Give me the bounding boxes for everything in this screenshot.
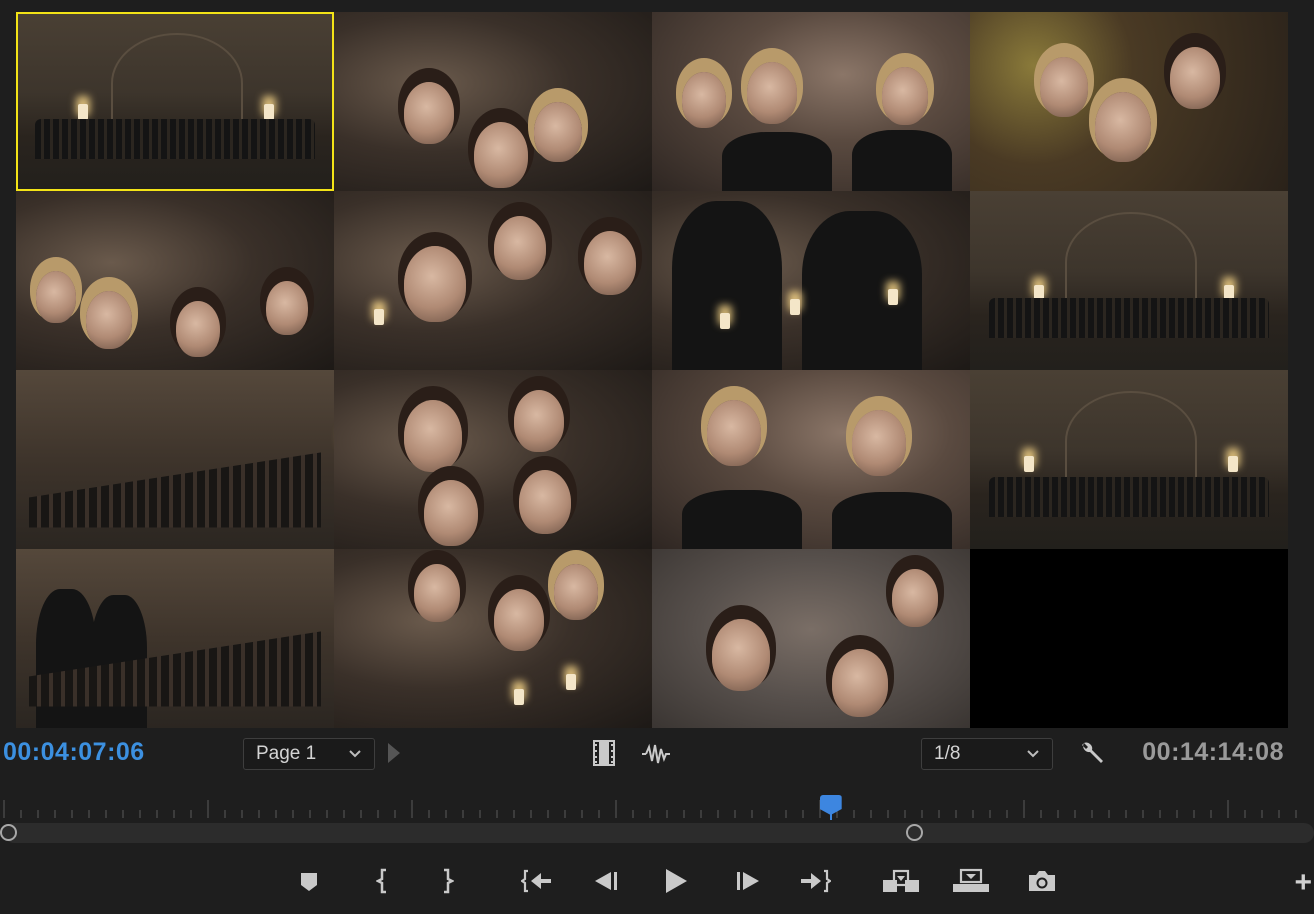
wrench-icon[interactable] [1077,738,1107,768]
overwrite-icon[interactable] [950,862,992,900]
camera-angle-10[interactable] [334,370,652,549]
zoom-scroll-bar[interactable] [4,823,1314,843]
camera-angle-15[interactable] [652,549,970,728]
chevron-down-icon [1026,746,1040,762]
page-select-value: Page 1 [256,743,317,764]
camera-angle-8[interactable] [970,191,1288,370]
step-back-icon[interactable] [592,862,620,900]
go-to-out-icon[interactable] [798,862,832,900]
camera-angle-11[interactable] [652,370,970,549]
step-forward-icon[interactable] [734,862,762,900]
camera-angle-7[interactable] [652,191,970,370]
camera-angle-9[interactable] [16,370,334,549]
camera-angle-6[interactable] [334,191,652,370]
film-strip-icon[interactable] [591,739,617,767]
multicam-grid [16,12,1288,728]
camera-angle-13[interactable] [16,549,334,728]
playhead-line [829,812,832,820]
next-page-icon[interactable] [388,743,400,763]
camera-angle-empty [970,549,1288,728]
page-select[interactable]: Page 1 [243,738,375,770]
camera-angle-1[interactable] [16,12,334,191]
time-ruler[interactable] [0,796,1314,820]
camera-angle-3[interactable] [652,12,970,191]
mark-out-icon[interactable] [438,862,456,900]
zoom-handle-left[interactable] [0,824,17,841]
camera-icon[interactable] [1026,862,1058,900]
current-timecode[interactable]: 00:04:07:06 [3,738,145,767]
camera-angle-4[interactable] [970,12,1288,191]
go-to-in-icon[interactable] [520,862,554,900]
play-icon[interactable] [662,862,690,900]
mark-in-icon[interactable] [374,862,392,900]
camera-angle-14[interactable] [334,549,652,728]
plus-icon[interactable]: + [1294,868,1312,898]
camera-angle-2[interactable] [334,12,652,191]
camera-angle-12[interactable] [970,370,1288,549]
duration-timecode: 00:14:14:08 [1142,738,1284,766]
camera-angle-5[interactable] [16,191,334,370]
waveform-icon[interactable] [640,742,672,766]
marker-icon[interactable] [298,862,320,900]
angle-select[interactable]: 1/8 [921,738,1053,770]
angle-select-value: 1/8 [934,743,961,764]
chevron-down-icon [348,746,362,762]
insert-icon[interactable] [880,862,922,900]
